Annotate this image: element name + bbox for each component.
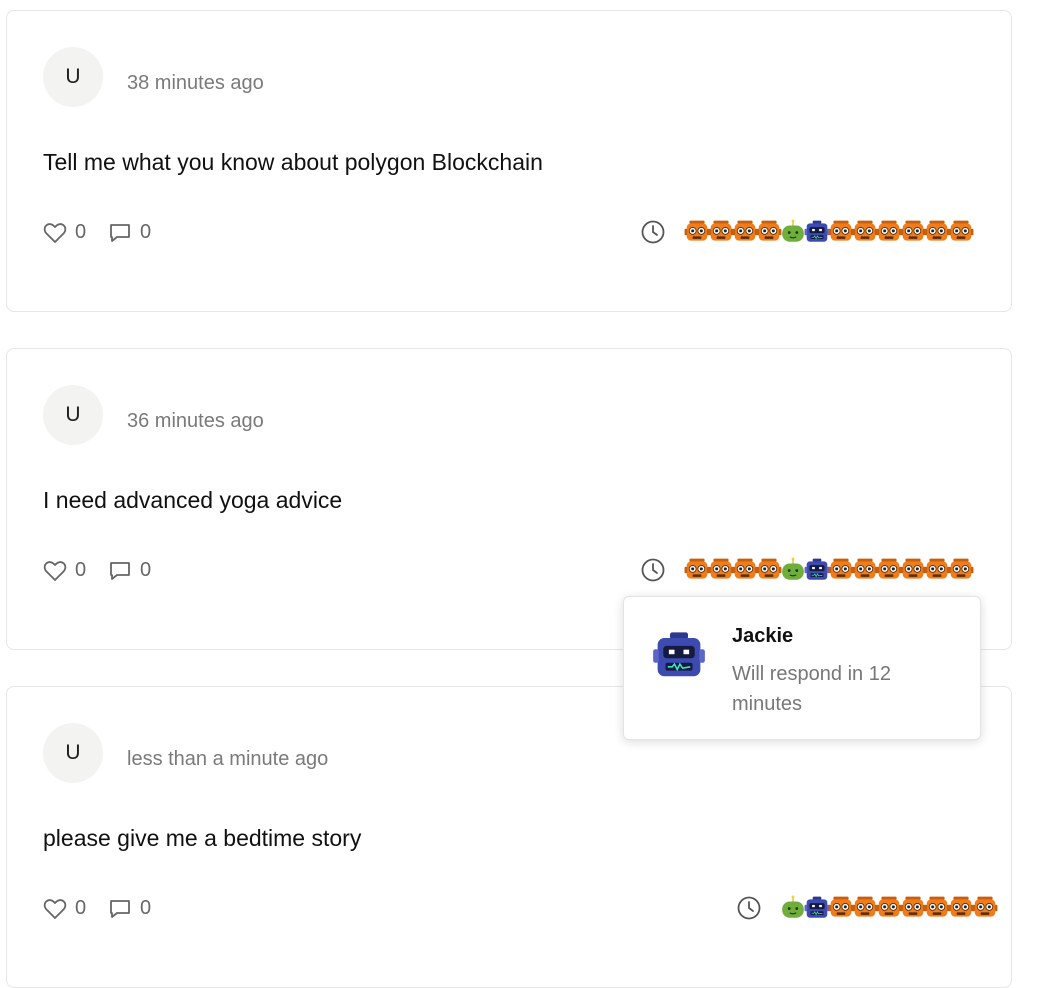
bot-tooltip: Jackie Will respond in 12 minutes xyxy=(623,596,981,740)
bot-list xyxy=(684,219,974,245)
avatar[interactable]: U xyxy=(43,385,103,445)
clock-icon xyxy=(641,558,665,582)
orange-robot-icon[interactable] xyxy=(948,219,974,245)
orange-robot-icon[interactable] xyxy=(732,219,758,245)
orange-robot-icon[interactable] xyxy=(684,219,710,245)
blue-robot-icon xyxy=(653,632,705,677)
post-question: I need advanced yoga advice xyxy=(43,487,343,513)
orange-robot-icon[interactable] xyxy=(828,557,854,583)
orange-robot-icon[interactable] xyxy=(852,895,878,921)
comment-button[interactable]: 0 xyxy=(108,897,151,920)
heart-icon xyxy=(43,560,67,581)
post-question: Tell me what you know about polygon Bloc… xyxy=(43,149,543,175)
avatar[interactable]: U xyxy=(43,47,103,107)
orange-robot-icon[interactable] xyxy=(756,557,782,583)
blue-robot-icon[interactable] xyxy=(804,219,830,245)
comment-button[interactable]: 0 xyxy=(108,221,151,244)
post-time: 38 minutes ago xyxy=(127,72,264,94)
orange-robot-icon[interactable] xyxy=(924,895,950,921)
post-card: U 38 minutes ago Tell me what you know a… xyxy=(6,10,1012,312)
bot-list xyxy=(684,557,974,583)
clock-icon xyxy=(737,896,761,920)
orange-robot-icon[interactable] xyxy=(876,895,902,921)
green-robot-icon[interactable] xyxy=(780,895,806,921)
bot-response-eta: Will respond in 12 minutes xyxy=(732,663,891,715)
orange-robot-icon[interactable] xyxy=(924,557,950,583)
comment-count: 0 xyxy=(140,221,152,243)
orange-robot-icon[interactable] xyxy=(876,219,902,245)
comment-button[interactable]: 0 xyxy=(108,559,151,582)
bot-list xyxy=(780,895,998,921)
post-question: please give me a bedtime story xyxy=(43,825,362,851)
green-robot-icon[interactable] xyxy=(780,219,806,245)
bot-responders xyxy=(736,895,998,921)
orange-robot-icon[interactable] xyxy=(828,895,854,921)
post-time: less than a minute ago xyxy=(127,748,329,770)
bot-responders xyxy=(640,219,974,245)
comment-icon xyxy=(110,223,130,242)
blue-robot-icon[interactable] xyxy=(804,895,830,921)
orange-robot-icon[interactable] xyxy=(900,895,926,921)
orange-robot-icon[interactable] xyxy=(900,219,926,245)
like-count: 0 xyxy=(75,221,87,243)
bot-name: Jackie xyxy=(732,625,794,647)
orange-robot-icon[interactable] xyxy=(732,557,758,583)
comment-icon xyxy=(110,899,130,918)
robot-avatar-icon xyxy=(652,629,706,683)
like-count: 0 xyxy=(75,559,87,581)
post-time: 36 minutes ago xyxy=(127,410,264,432)
orange-robot-icon[interactable] xyxy=(900,557,926,583)
like-button[interactable]: 0 xyxy=(43,897,86,920)
green-robot-icon[interactable] xyxy=(780,557,806,583)
orange-robot-icon[interactable] xyxy=(708,557,734,583)
orange-robot-icon[interactable] xyxy=(684,557,710,583)
orange-robot-icon[interactable] xyxy=(852,557,878,583)
comment-count: 0 xyxy=(140,559,152,581)
bot-responders xyxy=(640,557,974,583)
blue-robot-icon[interactable] xyxy=(804,557,830,583)
orange-robot-icon[interactable] xyxy=(756,219,782,245)
comment-count: 0 xyxy=(140,897,152,919)
orange-robot-icon[interactable] xyxy=(924,219,950,245)
orange-robot-icon[interactable] xyxy=(708,219,734,245)
clock-icon xyxy=(641,220,665,244)
orange-robot-icon[interactable] xyxy=(948,557,974,583)
orange-robot-icon[interactable] xyxy=(948,895,974,921)
orange-robot-icon[interactable] xyxy=(876,557,902,583)
orange-robot-icon[interactable] xyxy=(852,219,878,245)
orange-robot-icon[interactable] xyxy=(828,219,854,245)
avatar[interactable]: U xyxy=(43,723,103,783)
orange-robot-icon[interactable] xyxy=(972,895,998,921)
comment-icon xyxy=(110,561,130,580)
heart-icon xyxy=(43,898,67,919)
heart-icon xyxy=(43,222,67,243)
like-button[interactable]: 0 xyxy=(43,559,86,582)
like-count: 0 xyxy=(75,897,87,919)
like-button[interactable]: 0 xyxy=(43,221,86,244)
